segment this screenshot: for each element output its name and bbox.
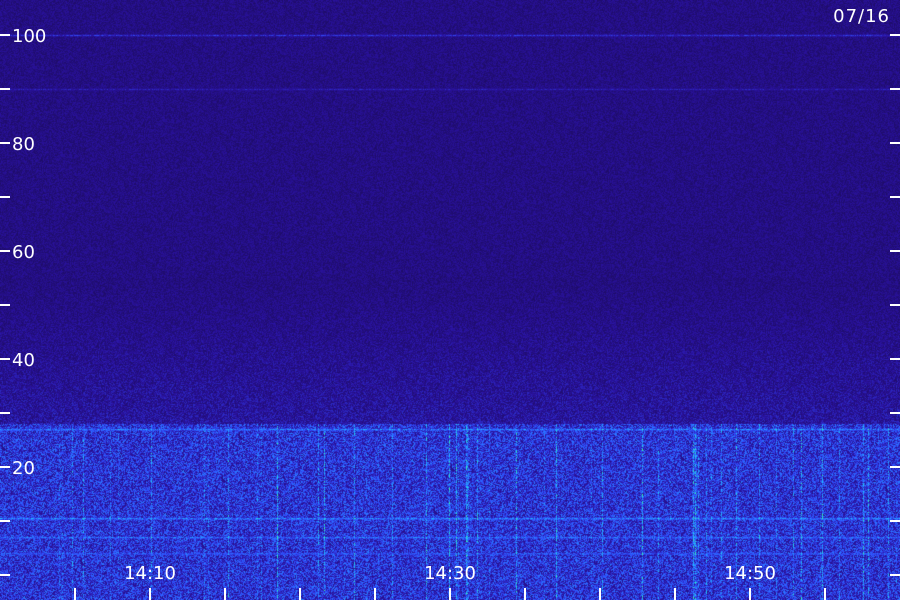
y-tick-label: 40	[12, 350, 35, 371]
y-tick-label: 20	[12, 458, 35, 479]
x-tick-label: 14:50	[724, 563, 776, 584]
spectrogram: 20 40 60 80 100 14:10 14:30 14:50 07/16	[0, 0, 900, 600]
y-tick-label: 80	[12, 134, 35, 155]
date-label: 07/16	[833, 6, 890, 27]
y-tick-label: 100	[12, 26, 46, 47]
x-tick-label: 14:10	[124, 563, 176, 584]
axes-overlay: 20 40 60 80 100 14:10 14:30 14:50	[0, 26, 900, 600]
y-tick-label: 60	[12, 242, 35, 263]
x-tick-label: 14:30	[424, 563, 476, 584]
